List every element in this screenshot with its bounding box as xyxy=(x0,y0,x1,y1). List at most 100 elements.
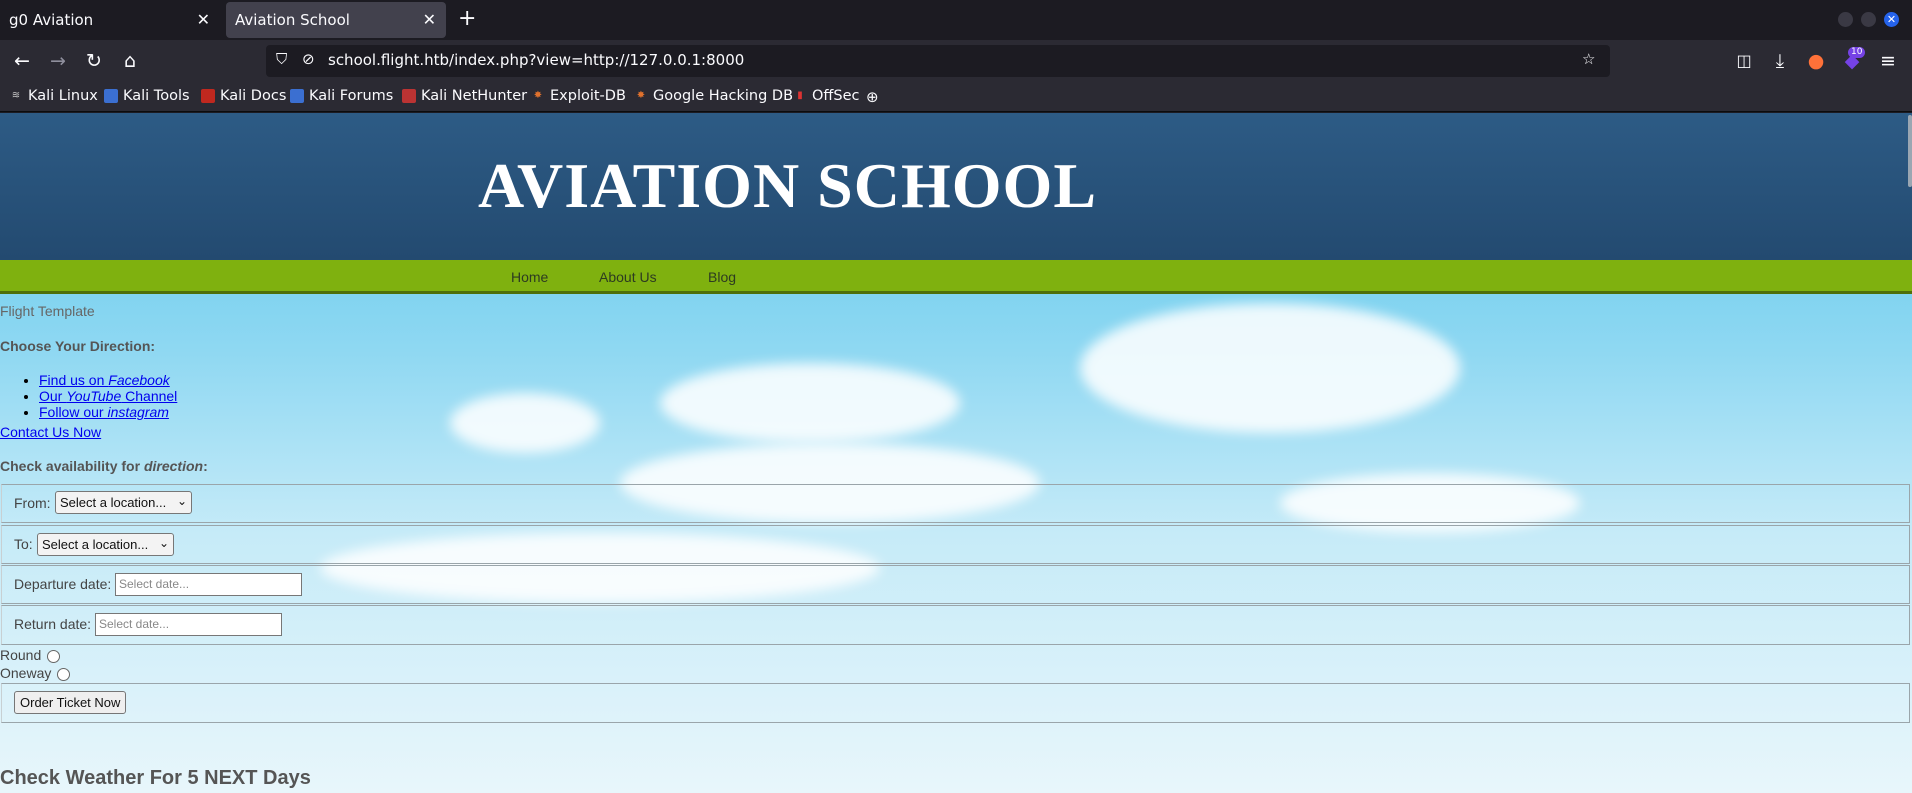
close-icon[interactable]: ✕ xyxy=(423,10,436,29)
select-value: Select a location... xyxy=(60,495,167,510)
bookmark-kali-linux[interactable]: ≋ Kali Linux xyxy=(9,88,98,104)
chevron-down-icon: ⌄ xyxy=(158,536,169,550)
nav-home-link[interactable]: Home xyxy=(511,269,548,285)
facebook-link[interactable]: Find us on Facebook xyxy=(39,372,170,388)
bookmark-label: Kali NetHunter xyxy=(421,88,528,104)
offsec-icon: ▮ xyxy=(797,90,803,101)
oneway-label: Oneway xyxy=(0,665,52,681)
link-text: Follow our xyxy=(39,404,108,420)
link-text: Our xyxy=(39,388,67,404)
bookmark-label: Kali Linux xyxy=(28,88,98,104)
departure-date-input[interactable]: Select date... xyxy=(115,573,302,596)
kali-icon: ≋ xyxy=(11,90,21,101)
url-bar[interactable]: ⛉ ⊘ school.flight.htb/index.php?view=htt… xyxy=(266,45,1610,77)
nav-blog-link[interactable]: Blog xyxy=(708,269,736,285)
heading-text: : xyxy=(203,458,208,474)
home-icon[interactable]: ⌂ xyxy=(117,48,143,74)
weather-heading: Check Weather For 5 NEXT Days xyxy=(0,767,311,789)
youtube-link[interactable]: Our YouTube Channel xyxy=(39,388,177,404)
minimize-icon[interactable] xyxy=(1838,12,1853,27)
url-text[interactable]: school.flight.htb/index.php?view=http://… xyxy=(328,51,744,69)
heading-emph: direction xyxy=(143,458,204,474)
departure-row: Departure date: Select date... xyxy=(1,565,1910,604)
tab-title: g0 Aviation xyxy=(9,11,94,29)
bookmarks-toolbar: ≋ Kali Linux Kali Tools Kali Docs Kali Fo… xyxy=(0,82,1912,112)
menu-icon[interactable]: ≡ xyxy=(1875,48,1901,74)
scrollbar-thumb[interactable] xyxy=(1908,115,1912,187)
social-links-list: Find us on Facebook Our YouTube Channel … xyxy=(39,372,177,420)
order-row: Order Ticket Now xyxy=(1,683,1910,723)
exploitdb-icon: ✸ xyxy=(533,90,543,101)
instagram-link[interactable]: Follow our instagram xyxy=(39,404,169,420)
site-header: AVIATION SCHOOL xyxy=(0,113,1912,260)
connection-info-icon[interactable]: ⊘ xyxy=(302,50,315,68)
to-select[interactable]: Select a location... ⌄ xyxy=(37,533,174,556)
bookmark-google-hacking-db[interactable]: ✸ Google Hacking DB xyxy=(634,88,793,104)
bookmark-label: Exploit-DB xyxy=(550,88,626,104)
cloud-image xyxy=(450,393,600,453)
contact-link[interactable]: Contact Us Now xyxy=(0,424,101,440)
kali-tools-icon xyxy=(104,89,118,103)
bookmark-label: Kali Docs xyxy=(220,88,287,104)
cloud-image xyxy=(1080,303,1460,433)
from-label: From: xyxy=(14,495,51,511)
chevron-down-icon: ⌄ xyxy=(176,494,187,508)
oneway-option: Oneway xyxy=(0,665,71,681)
bookmark-kali-docs[interactable]: Kali Docs xyxy=(201,88,286,104)
round-label: Round xyxy=(0,647,42,663)
tab-title: Aviation School xyxy=(235,11,350,29)
kali-forums-icon xyxy=(290,89,304,103)
bookmark-offsec[interactable]: ▮ OffSec xyxy=(793,88,860,104)
downloads-icon[interactable]: ⤓ xyxy=(1767,48,1793,74)
pocket-icon[interactable]: ◫ xyxy=(1731,48,1757,74)
maximize-icon[interactable] xyxy=(1861,12,1876,27)
nav-about-link[interactable]: About Us xyxy=(599,269,657,285)
window-close-icon[interactable]: ✕ xyxy=(1884,12,1899,27)
round-option: Round xyxy=(0,647,61,663)
ghdb-icon: ✸ xyxy=(636,90,646,101)
tab-strip: g0 Aviation ✕ Aviation School ✕ + ✕ xyxy=(0,0,1912,40)
bookmark-exploit-db[interactable]: ✸ Exploit-DB xyxy=(531,88,626,104)
bookmark-kali-tools[interactable]: Kali Tools xyxy=(104,88,190,104)
firefox-account-icon[interactable]: ● xyxy=(1803,48,1829,74)
to-label: To: xyxy=(14,536,33,552)
link-emph: YouTube xyxy=(66,388,122,404)
bookmark-kali-forums[interactable]: Kali Forums xyxy=(290,88,393,104)
link-emph: Facebook xyxy=(108,372,170,388)
bookmark-label: OffSec xyxy=(812,88,860,104)
oneway-radio[interactable] xyxy=(57,667,71,681)
nethunter-icon xyxy=(402,89,416,103)
heading-text: Check availability for xyxy=(0,458,144,474)
link-emph: instagram xyxy=(107,404,169,420)
globe-icon[interactable]: ⊕ xyxy=(866,88,879,106)
return-date-input[interactable]: Select date... xyxy=(95,613,282,636)
new-tab-icon[interactable]: + xyxy=(458,6,476,31)
reload-icon[interactable]: ↻ xyxy=(81,48,107,74)
return-row: Return date: Select date... xyxy=(1,605,1910,645)
bookmark-label: Kali Forums xyxy=(309,88,394,104)
close-icon[interactable]: ✕ xyxy=(197,10,210,29)
link-text: Channel xyxy=(121,388,178,404)
site-nav: Home About Us Blog xyxy=(0,260,1912,294)
tab-aviation-school[interactable]: Aviation School ✕ xyxy=(226,2,446,38)
bookmark-label: Kali Tools xyxy=(123,88,190,104)
template-label: Flight Template xyxy=(0,303,95,319)
list-item: Find us on Facebook xyxy=(39,372,177,388)
bookmark-star-icon[interactable]: ☆ xyxy=(1582,50,1595,68)
from-select[interactable]: Select a location... ⌄ xyxy=(55,491,192,514)
bookmark-kali-nethunter[interactable]: Kali NetHunter xyxy=(402,88,527,104)
choose-heading: Choose Your Direction: xyxy=(0,338,156,354)
web-page: AVIATION SCHOOL Home About Us Blog Fligh… xyxy=(0,113,1912,793)
from-row: From: Select a location... ⌄ xyxy=(1,484,1910,523)
return-label: Return date: xyxy=(14,616,92,632)
availability-heading: Check availability for direction: xyxy=(0,458,208,474)
round-radio[interactable] xyxy=(47,649,61,663)
back-icon[interactable]: ← xyxy=(9,48,35,74)
shield-icon[interactable]: ⛉ xyxy=(276,50,287,68)
forward-icon[interactable]: → xyxy=(45,48,71,74)
to-row: To: Select a location... ⌄ xyxy=(1,525,1910,564)
list-item: Follow our instagram xyxy=(39,404,177,420)
order-ticket-button[interactable]: Order Ticket Now xyxy=(14,691,127,714)
kali-docs-icon xyxy=(201,89,215,103)
tab-g0-aviation[interactable]: g0 Aviation ✕ xyxy=(0,2,220,38)
